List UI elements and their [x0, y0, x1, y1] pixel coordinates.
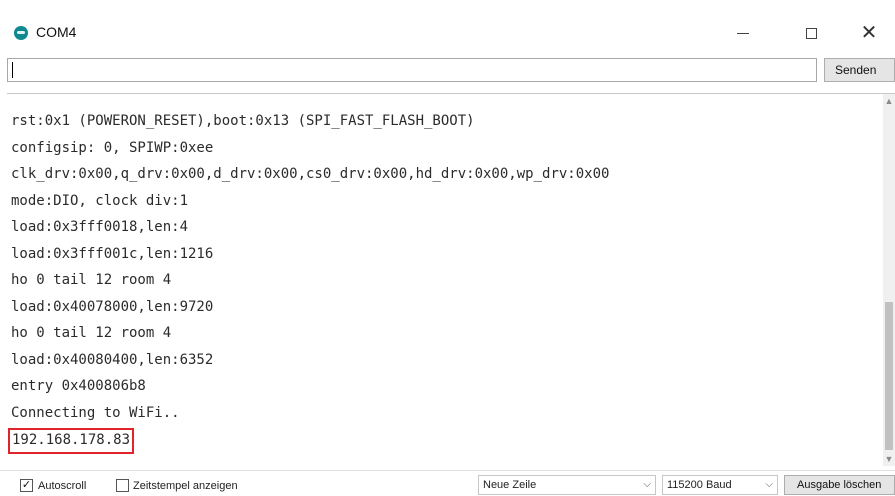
maximize-icon — [805, 27, 817, 39]
line-ending-select[interactable]: Neue Zeile ⌵ — [478, 475, 656, 495]
log-line: ho 0 tail 12 room 4 — [11, 272, 172, 288]
ip-address-highlight: 192.168.178.83 — [8, 428, 135, 454]
autoscroll-checkbox[interactable]: ✓ — [20, 479, 33, 492]
vertical-scrollbar[interactable]: ▲ ▼ — [883, 94, 895, 466]
scroll-down-icon[interactable]: ▼ — [883, 452, 895, 466]
arduino-icon — [14, 26, 28, 40]
scroll-thumb[interactable] — [885, 302, 893, 450]
send-row: Senden — [0, 58, 895, 84]
log-line: rst:0x1 (POWERON_RESET),boot:0x13 (SPI_F… — [11, 113, 475, 129]
timestamp-checkbox[interactable] — [116, 479, 129, 492]
log-line: configsip: 0, SPIWP:0xee — [11, 139, 214, 156]
log-line: Connecting to WiFi.. — [11, 404, 180, 421]
chevron-down-icon: ⌵ — [643, 479, 651, 490]
log-line: load:0x3fff0018,len:4 — [11, 219, 189, 235]
maximize-button[interactable] — [788, 18, 834, 48]
timestamp-label: Zeitstempel anzeigen — [133, 480, 238, 492]
autoscroll-label: Autoscroll — [38, 480, 87, 492]
clear-output-button[interactable]: Ausgabe löschen — [784, 475, 895, 495]
send-button[interactable]: Senden — [824, 58, 895, 82]
log-text: rst:0x1 (POWERON_RESET),boot:0x13 (SPI_F… — [8, 108, 610, 454]
baud-rate-select[interactable]: 115200 Baud ⌵ — [662, 475, 778, 495]
title-bar: COM4 ✕ — [0, 0, 895, 52]
log-line: ho 0 tail 12 room 4 — [11, 325, 172, 341]
serial-send-input[interactable] — [7, 58, 817, 82]
minimize-icon — [737, 32, 749, 34]
close-button[interactable]: ✕ — [846, 18, 892, 48]
line-ending-value: Neue Zeile — [483, 479, 537, 491]
serial-output[interactable]: rst:0x1 (POWERON_RESET),boot:0x13 (SPI_F… — [7, 93, 895, 466]
status-bar: ✓ Autoscroll Zeitstempel anzeigen Neue Z… — [0, 470, 895, 496]
chevron-down-icon: ⌵ — [765, 479, 773, 490]
scroll-up-icon[interactable]: ▲ — [883, 94, 895, 108]
minimize-button[interactable] — [720, 18, 766, 48]
log-line: load:0x40078000,len:9720 — [11, 298, 214, 315]
log-line: load:0x40080400,len:6352 — [11, 351, 214, 368]
text-caret — [12, 62, 13, 78]
log-line: entry 0x400806b8 — [11, 378, 146, 394]
close-icon: ✕ — [860, 22, 878, 44]
log-line: clk_drv:0x00,q_drv:0x00,d_drv:0x00,cs0_d… — [11, 166, 610, 182]
baud-rate-value: 115200 Baud — [667, 479, 732, 491]
log-line: load:0x3fff001c,len:1216 — [11, 245, 214, 262]
log-line: mode:DIO, clock div:1 — [11, 192, 189, 209]
window-title: COM4 — [36, 24, 77, 40]
